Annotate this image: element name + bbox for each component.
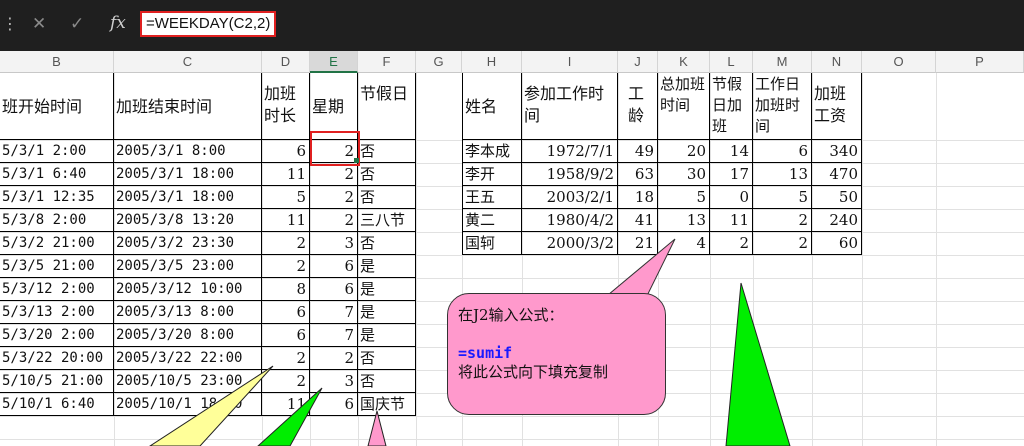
callout-spacer bbox=[458, 325, 655, 344]
callout-note[interactable]: 在J2输入公式： =sumif 将此公式向下填充复制 bbox=[447, 293, 666, 415]
callout-formula: =sumif bbox=[458, 344, 513, 362]
pink-triangle-bottom[interactable] bbox=[367, 410, 387, 446]
yellow-triangle-left[interactable] bbox=[149, 365, 274, 446]
green-triangle-right[interactable] bbox=[725, 282, 791, 446]
callout-line-3: 将此公式向下填充复制 bbox=[458, 363, 609, 381]
callout-line-1: 在J2输入公式： bbox=[458, 306, 564, 324]
green-triangle-left[interactable] bbox=[257, 387, 323, 446]
